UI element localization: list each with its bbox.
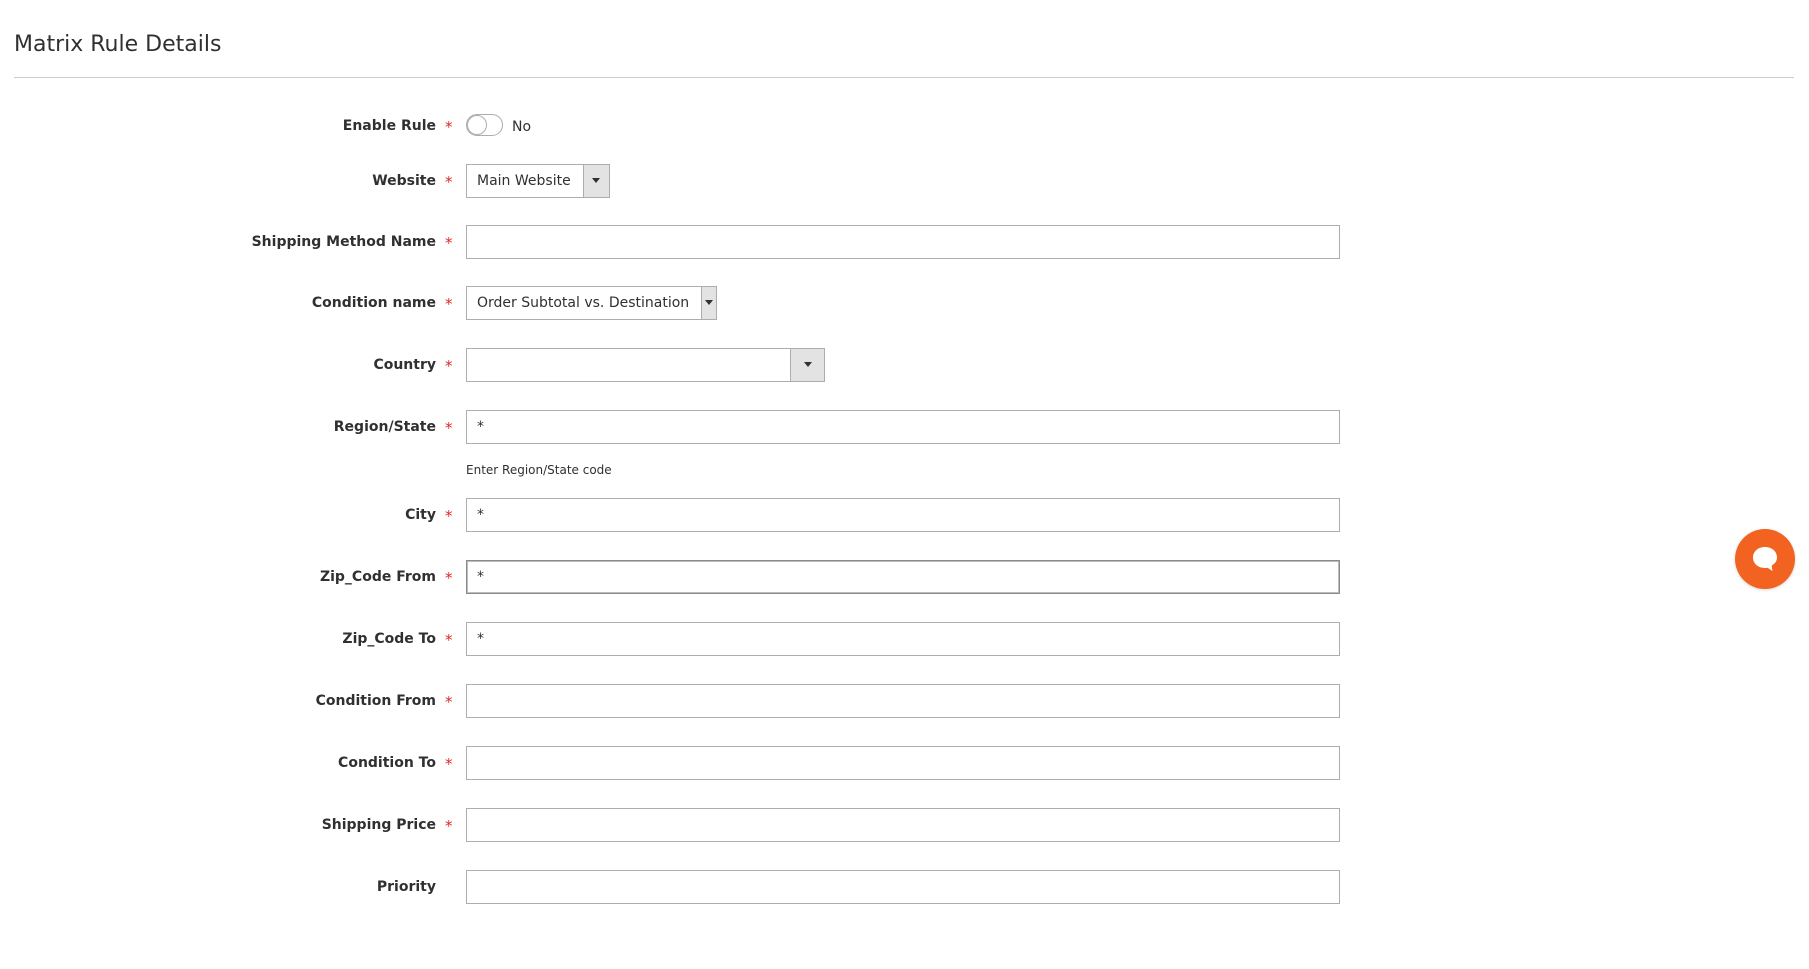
shipping-method-name-input[interactable] [466,225,1340,259]
condition-name-label: Condition name [311,295,436,311]
shipping-price-label: Shipping Price [321,817,436,833]
shipping-price-input[interactable] [466,808,1340,842]
field-shipping-price: Shipping Price * [0,808,1400,842]
chevron-down-icon[interactable] [701,287,716,319]
zip-code-to-input[interactable] [466,622,1340,656]
website-label: Website [372,173,436,189]
field-condition-name: Condition name * Order Subtotal vs. Dest… [0,286,1400,320]
country-label: Country [373,357,436,373]
condition-to-input[interactable] [466,746,1340,780]
city-input[interactable] [466,498,1340,532]
country-select[interactable] [466,348,825,382]
region-state-input[interactable] [466,410,1340,444]
shipping-method-name-label: Shipping Method Name [251,234,436,250]
required-mark: * [445,118,453,136]
condition-to-label: Condition To [338,755,436,771]
required-mark: * [445,631,453,649]
enable-rule-value: No [512,119,532,135]
toggle-knob [467,115,487,135]
city-label: City [405,507,436,523]
chat-bubble-icon [1753,547,1777,571]
field-country: Country * [0,348,1400,382]
field-zip-code-to: Zip_Code To * [0,622,1400,656]
required-mark: * [445,295,453,313]
required-mark: * [445,569,453,587]
region-state-note: Enter Region/State code [466,463,612,477]
country-select-value [467,349,790,381]
priority-label: Priority [376,879,436,895]
condition-from-input[interactable] [466,684,1340,718]
required-mark: * [445,234,453,252]
field-condition-from: Condition From * [0,684,1400,718]
zip-code-from-label: Zip_Code From [319,569,436,585]
required-mark: * [445,817,453,835]
required-mark: * [445,755,453,773]
required-mark: * [445,173,453,191]
zip-code-to-label: Zip_Code To [342,631,436,647]
section-title: Matrix Rule Details [14,32,222,57]
chat-launcher-button[interactable] [1735,529,1795,589]
website-select[interactable]: Main Website [466,164,610,198]
condition-name-select-value: Order Subtotal vs. Destination [477,295,690,311]
section-divider [14,77,1794,78]
priority-input[interactable] [466,870,1340,904]
field-condition-to: Condition To * [0,746,1400,780]
chevron-down-icon[interactable] [790,349,824,381]
field-enable-rule: Enable Rule * No [0,109,1400,143]
required-mark: * [445,419,453,437]
condition-from-label: Condition From [315,693,436,709]
field-shipping-method-name: Shipping Method Name * [0,225,1400,259]
field-website: Website * Main Website [0,164,1400,198]
field-zip-code-from: Zip_Code From * [0,560,1400,594]
matrix-rule-page: Matrix Rule Details Enable Rule * No Web… [0,0,1809,969]
required-mark: * [445,507,453,525]
chevron-down-icon[interactable] [582,165,609,197]
enable-rule-toggle[interactable] [466,114,503,136]
field-region-state: Region/State * [0,410,1400,444]
website-select-value: Main Website [477,173,571,189]
field-priority: Priority [0,870,1400,904]
enable-rule-label: Enable Rule [342,118,436,134]
required-mark: * [445,357,453,375]
field-city: City * [0,498,1400,532]
condition-name-select[interactable]: Order Subtotal vs. Destination [466,286,717,320]
zip-code-from-input[interactable] [466,560,1340,594]
required-mark: * [445,693,453,711]
region-state-label: Region/State [333,419,436,435]
